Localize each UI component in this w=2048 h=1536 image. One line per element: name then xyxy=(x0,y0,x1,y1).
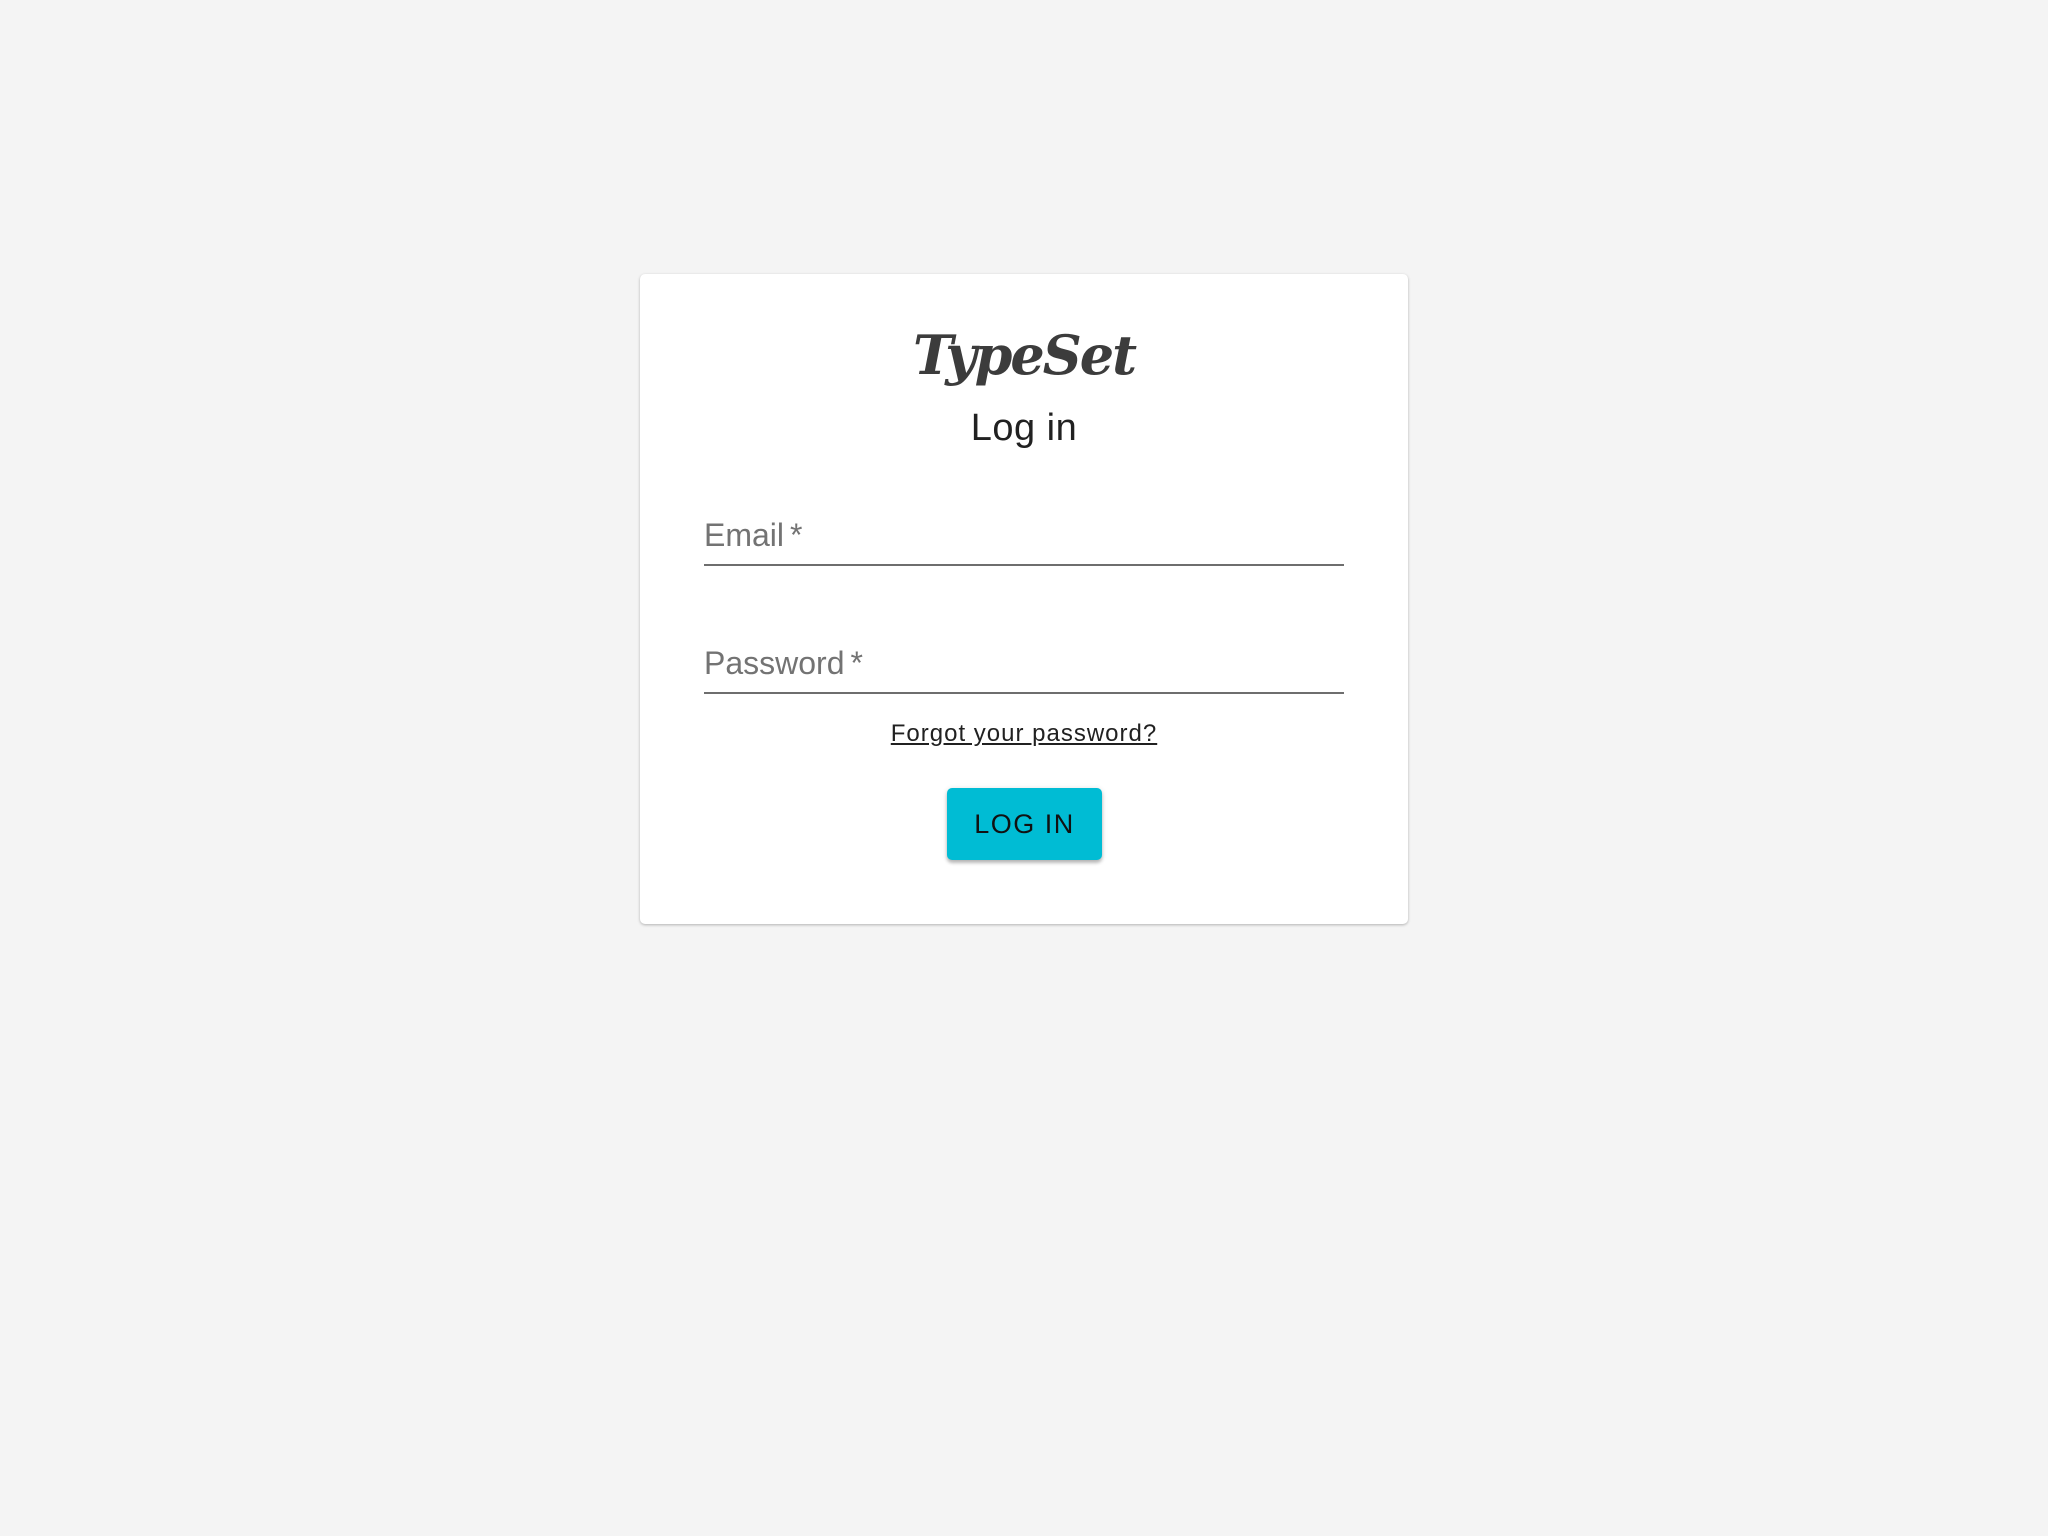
email-field[interactable]: Email * xyxy=(704,506,1344,566)
password-field[interactable]: Password * xyxy=(704,634,1344,694)
forgot-password-row: Forgot your password? xyxy=(640,720,1408,748)
log-in-button[interactable]: LOG IN xyxy=(947,788,1102,860)
logo-text: TypeSet xyxy=(912,323,1137,387)
page-title: Log in xyxy=(970,407,1078,449)
login-card: TypeSet Log in Email * Password * Forgot y… xyxy=(640,274,1408,924)
email-input[interactable] xyxy=(704,506,1344,564)
typeset-logo: TypeSet xyxy=(640,328,1408,382)
password-input[interactable] xyxy=(704,634,1344,692)
forgot-password-link[interactable]: Forgot your password? xyxy=(891,720,1157,747)
